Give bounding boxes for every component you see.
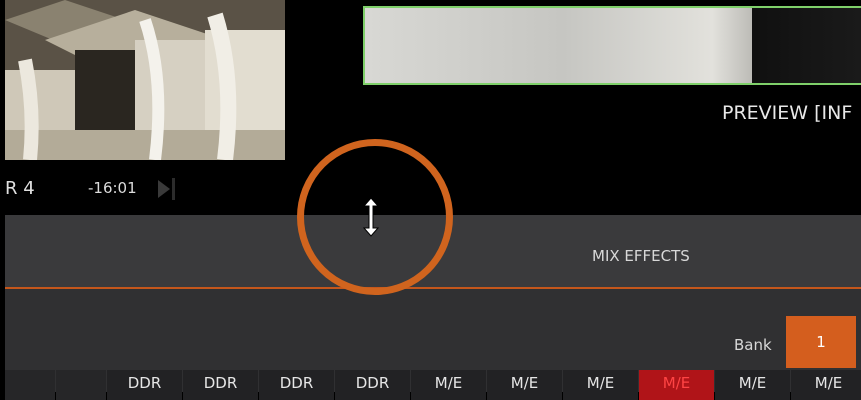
preview-label: PREVIEW [INF [722,102,853,124]
source-button-row: DDR DDR DDR DDR M/E M/E M/E M/E M/E M/E [5,370,861,400]
mix-effects-title: MIX EFFECTS [592,247,690,265]
preview-monitor [363,6,861,85]
source-button-ddr[interactable]: DDR [183,370,258,400]
source-button-me[interactable]: M/E [487,370,562,400]
bank-label: Bank [734,336,772,354]
ddr-number-label: R 4 [5,178,35,199]
source-button[interactable] [56,370,106,400]
source-button-ddr[interactable]: DDR [259,370,334,400]
source-button-me[interactable]: M/E [411,370,486,400]
source-button-me[interactable]: M/E [563,370,638,400]
play-icon[interactable] [154,174,178,204]
bank-button[interactable]: 1 [786,316,856,368]
source-button-ddr[interactable]: DDR [107,370,182,400]
ddr-time-remaining: -16:01 [88,179,137,197]
ddr-thumbnail [5,0,285,160]
source-button-ddr[interactable]: DDR [335,370,410,400]
source-button-me[interactable]: M/E [715,370,790,400]
source-button[interactable] [5,370,55,400]
source-button-me[interactable]: M/E [791,370,861,400]
source-button-me-active[interactable]: M/E [639,370,714,400]
vertical-resize-cursor-icon [362,197,380,237]
waterfall-image [5,0,285,160]
